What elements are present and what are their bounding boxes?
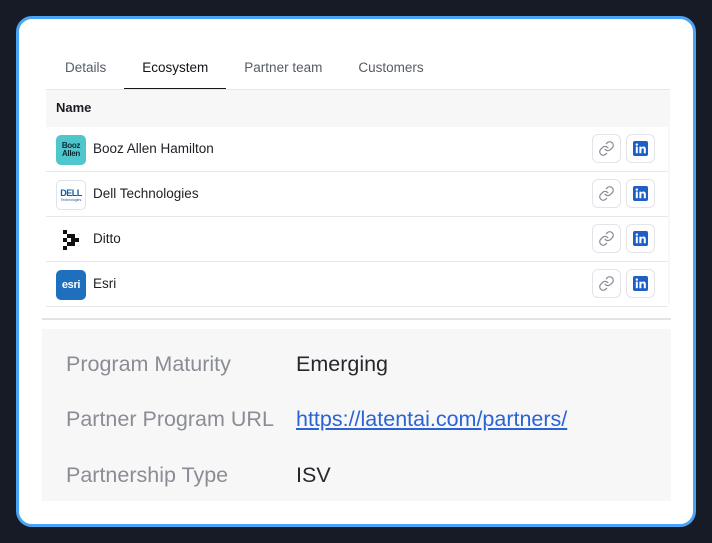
tab-customers[interactable]: Customers [340, 43, 441, 90]
website-link-button[interactable] [592, 179, 621, 208]
program-maturity-label: Program Maturity [66, 352, 231, 376]
partner-name[interactable]: Dell Technologies [93, 186, 199, 201]
linkedin-button[interactable] [626, 179, 655, 208]
esri-logo-text: esri [61, 279, 81, 291]
section-divider [42, 318, 671, 320]
partner-program-url-label: Partner Program URL [66, 407, 274, 431]
tab-details[interactable]: Details [47, 43, 124, 90]
linkedin-button[interactable] [626, 269, 655, 298]
linkedin-icon [633, 231, 648, 246]
dell-logo: DELL Technologies [56, 180, 86, 210]
linkedin-icon [633, 186, 648, 201]
program-details: Program Maturity Emerging Partner Progra… [42, 329, 671, 501]
link-icon [599, 231, 614, 246]
linkedin-button[interactable] [626, 134, 655, 163]
partner-name[interactable]: Ditto [93, 231, 121, 246]
linkedin-icon [633, 141, 648, 156]
table-row: esri Esri [46, 262, 668, 307]
link-icon [599, 186, 614, 201]
partner-name[interactable]: Esri [93, 276, 116, 291]
website-link-button[interactable] [592, 224, 621, 253]
booz-allen-logo: Booz Allen [56, 135, 86, 165]
partner-program-url-link[interactable]: https://latentai.com/partners/ [296, 407, 567, 432]
table-row: Booz Allen Booz Allen Hamilton [46, 127, 668, 172]
website-link-button[interactable] [592, 134, 621, 163]
ditto-logo [56, 225, 86, 255]
linkedin-icon [633, 276, 648, 291]
tab-ecosystem[interactable]: Ecosystem [124, 43, 227, 90]
booz-allen-logo-line-2: Allen [61, 149, 81, 158]
app-window: Details Ecosystem Partner team Customers… [16, 16, 696, 527]
dell-logo-subline: Technologies [60, 197, 82, 202]
tab-bar: Details Ecosystem Partner team Customers [47, 43, 442, 90]
website-link-button[interactable] [592, 269, 621, 298]
ecosystem-table: Name Booz Allen Booz Allen Hamilton DELL … [46, 89, 670, 307]
link-icon [599, 276, 614, 291]
esri-logo: esri [56, 270, 86, 300]
column-header-name: Name [56, 100, 92, 115]
partnership-type-value: ISV [296, 463, 331, 487]
partner-name[interactable]: Booz Allen Hamilton [93, 141, 214, 156]
partnership-type-label: Partnership Type [66, 463, 229, 487]
link-icon [599, 141, 614, 156]
linkedin-button[interactable] [626, 224, 655, 253]
table-row: Ditto [46, 217, 668, 262]
table-row: DELL Technologies Dell Technologies [46, 172, 668, 217]
tab-partner-team[interactable]: Partner team [226, 43, 340, 90]
dell-logo-wordmark: DELL [60, 187, 82, 198]
program-maturity-value: Emerging [296, 352, 389, 376]
